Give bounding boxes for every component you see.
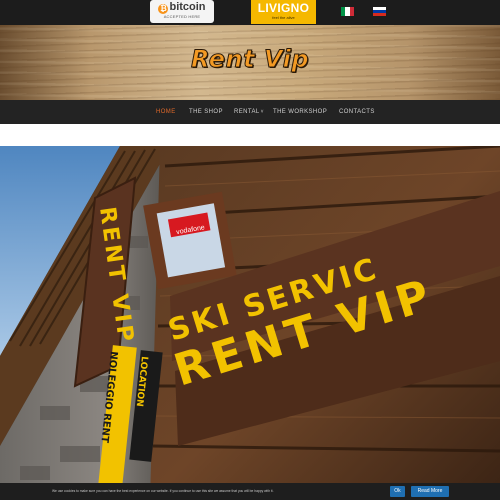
nav-item-the-workshop[interactable]: THE WORKSHOP	[273, 100, 327, 124]
main-nav: HOME THE SHOP RENTAL˅ THE WORKSHOP CONTA…	[0, 100, 500, 124]
flag-italy-icon[interactable]	[341, 7, 354, 16]
bitcoin-icon: ₿	[158, 4, 169, 14]
nav-item-home[interactable]: HOME	[156, 100, 176, 124]
nav-item-rental[interactable]: RENTAL˅	[234, 100, 264, 124]
livigno-logo-text: LIVIGNO	[257, 1, 310, 15]
site-logo-title[interactable]: Rent Vip	[0, 45, 500, 74]
nav-item-contacts[interactable]: CONTACTS	[339, 100, 375, 124]
shop-facade-illustration: vodafone RENT VIP SKI SERVIC RENT VIP NO…	[0, 146, 500, 500]
cookie-read-more-button[interactable]: Read More	[411, 486, 449, 497]
cookie-ok-button[interactable]: Ok	[390, 486, 405, 497]
hero-shop-photo: vodafone RENT VIP SKI SERVIC RENT VIP NO…	[0, 146, 500, 500]
flag-russia-icon[interactable]	[373, 7, 386, 16]
nav-item-rental-label: RENTAL	[234, 109, 260, 115]
site-header-banner: Rent Vip	[0, 25, 500, 100]
bitcoin-logo: ₿ bitcoin	[158, 1, 206, 14]
bitcoin-tagline: ACCEPTED HERE	[163, 14, 201, 19]
cookie-notice-bar: We use cookies to make sure you can have…	[0, 483, 500, 500]
livigno-tagline: feel the alive	[272, 15, 295, 20]
chevron-down-icon: ˅	[260, 109, 264, 115]
livigno-badge[interactable]: LIVIGNO feel the alive	[251, 0, 316, 24]
top-bar: ₿ bitcoin ACCEPTED HERE LIVIGNO feel the …	[0, 0, 500, 25]
nav-item-the-shop[interactable]: THE SHOP	[189, 100, 223, 124]
bitcoin-accepted-badge[interactable]: ₿ bitcoin ACCEPTED HERE	[150, 0, 214, 23]
cookie-notice-text: We use cookies to make sure you can have…	[52, 489, 274, 493]
